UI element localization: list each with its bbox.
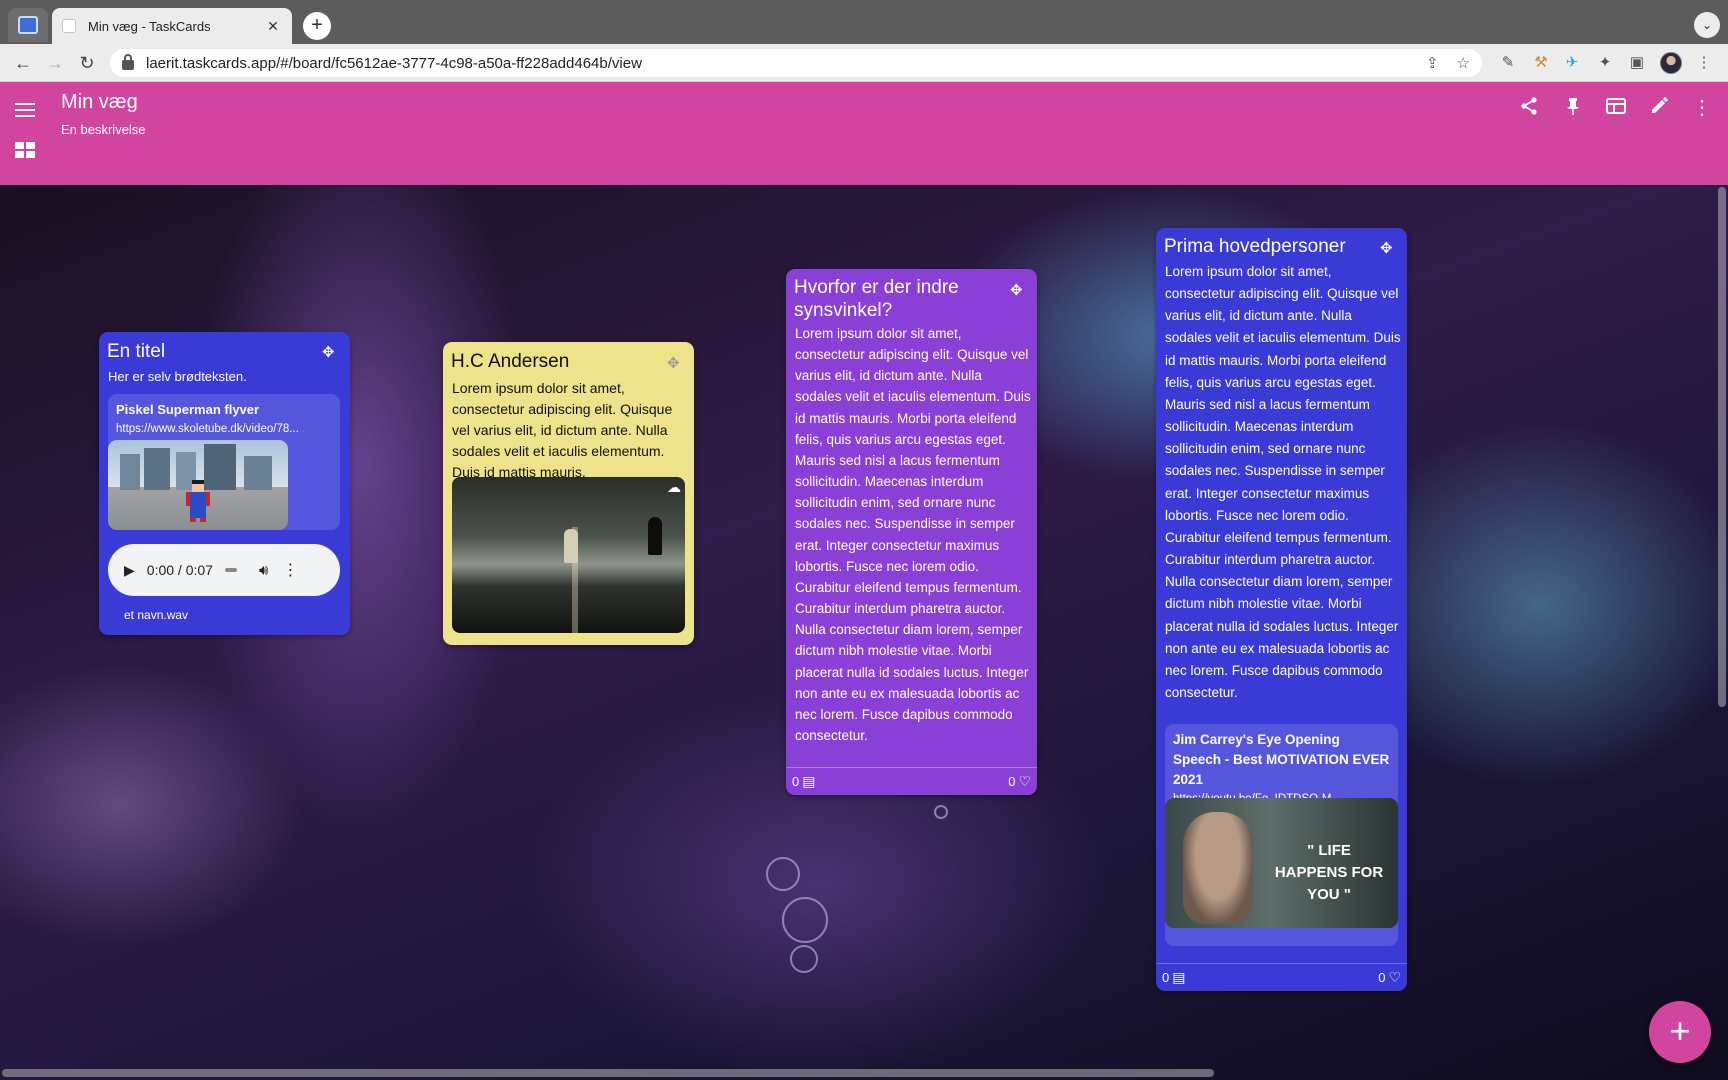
link-url: https://www.skoletube.dk/video/78... xyxy=(116,423,299,435)
thumbnail-caption: " LIFE HAPPENS FOR YOU " xyxy=(1274,842,1384,903)
volume-icon[interactable]: 🔊︎ xyxy=(259,562,268,579)
card-title: En titel xyxy=(107,341,166,362)
card-footer: 0 ▤ 0 ♡ xyxy=(1156,963,1407,991)
like-button[interactable]: 0 ♡ xyxy=(1378,969,1401,986)
side-panel-icon[interactable]: ▣ xyxy=(1627,53,1647,73)
move-handle-icon[interactable]: ✥ xyxy=(1010,281,1023,299)
link-attachment[interactable]: Piskel Superman flyver https://www.skole… xyxy=(108,394,340,530)
board-title: Min væg xyxy=(61,91,138,113)
chess-piece-white-icon xyxy=(564,529,578,563)
card-footer: 0 ▤ 0 ♡ xyxy=(786,767,1037,795)
url-text: laerit.taskcards.app/#/board/fc5612ae-37… xyxy=(146,54,642,72)
browser-menu-icon[interactable]: ⋮ xyxy=(1694,53,1714,73)
comments-button[interactable]: 0 ▤ xyxy=(792,773,815,790)
comment-icon: ▤ xyxy=(802,773,816,789)
bubble-decoration xyxy=(790,945,818,973)
like-count: 0 xyxy=(1008,774,1016,789)
card-en-titel[interactable]: En titel ✥ Her er selv brødteksten. Pisk… xyxy=(99,332,350,635)
link-title: Jim Carrey's Eye Opening Speech - Best M… xyxy=(1173,732,1390,787)
eyedropper-extension-icon[interactable]: ✎ xyxy=(1498,53,1518,73)
tab-title: Min væg - TaskCards xyxy=(88,18,211,34)
audio-progress-slider[interactable] xyxy=(224,568,237,572)
bubble-decoration xyxy=(766,857,800,891)
add-card-button[interactable]: + xyxy=(1649,1001,1711,1063)
back-button[interactable]: ← xyxy=(10,50,36,76)
tab-search-button[interactable]: ⌄ xyxy=(1694,12,1720,38)
edit-pencil-icon[interactable] xyxy=(1647,96,1671,120)
bird-extension-icon[interactable]: ✈ xyxy=(1562,53,1582,73)
board-layout-icon[interactable] xyxy=(15,142,35,158)
heart-icon: ♡ xyxy=(1388,969,1401,985)
link-attachment[interactable]: Jim Carrey's Eye Opening Speech - Best M… xyxy=(1165,724,1398,946)
video-thumbnail[interactable]: " LIFE HAPPENS FOR YOU " xyxy=(1165,798,1398,928)
horizontal-scrollbar[interactable] xyxy=(2,1069,1214,1077)
superman-sprite-icon xyxy=(186,480,210,522)
like-button[interactable]: 0 ♡ xyxy=(1008,773,1031,790)
new-tab-button[interactable]: + xyxy=(303,12,331,40)
like-count: 0 xyxy=(1378,970,1386,985)
comment-count: 0 xyxy=(1162,970,1170,985)
card-hvorfor-synsvinkel[interactable]: Hvorfor er der indre synsvinkel? ✥ Lorem… xyxy=(786,269,1037,795)
board-description: En beskrivelse xyxy=(61,122,146,137)
share-icon[interactable] xyxy=(1517,96,1541,120)
card-title: H.C Andersen xyxy=(451,351,570,372)
favicon-icon xyxy=(62,19,76,33)
audio-menu-icon[interactable]: ⋮ xyxy=(282,560,298,580)
video-thumbnail[interactable] xyxy=(108,440,288,530)
bubble-decoration xyxy=(934,805,948,819)
card-title: Hvorfor er der indre synsvinkel? xyxy=(794,277,959,321)
play-icon[interactable]: ▶ xyxy=(124,562,135,579)
address-bar[interactable]: laerit.taskcards.app/#/board/fc5612ae-37… xyxy=(110,49,1482,77)
audio-time: 0:00 / 0:07 xyxy=(146,562,213,578)
reload-button[interactable]: ↻ xyxy=(74,50,100,76)
board-view-icon[interactable] xyxy=(1604,96,1628,120)
board-canvas: En titel ✥ Her er selv brødteksten. Pisk… xyxy=(0,185,1728,1080)
card-prima-hovedpersoner[interactable]: Prima hovedpersoner ✥ Lorem ipsum dolor … xyxy=(1156,228,1407,991)
comment-icon: ▤ xyxy=(1172,969,1186,985)
more-options-icon[interactable]: ⋮ xyxy=(1690,96,1714,120)
comment-count: 0 xyxy=(792,774,800,789)
cloud-download-icon[interactable]: ☁ xyxy=(667,479,681,496)
move-handle-icon[interactable]: ✥ xyxy=(1380,239,1393,257)
hammer-extension-icon[interactable]: ⚒ xyxy=(1531,53,1551,73)
audio-player[interactable]: ▶ 0:00 / 0:07 🔊︎ ⋮ xyxy=(108,544,340,596)
speaker-face-icon xyxy=(1183,812,1253,924)
heart-icon: ♡ xyxy=(1018,773,1031,789)
bubble-decoration xyxy=(782,897,828,943)
card-body-text: Her er selv brødteksten. xyxy=(108,369,247,384)
comments-button[interactable]: 0 ▤ xyxy=(1162,969,1185,986)
board-header: Min væg En beskrivelse ⋮ xyxy=(0,82,1728,185)
chess-piece-black-icon xyxy=(648,517,662,555)
card-hc-andersen[interactable]: H.C Andersen ✥ Lorem ipsum dolor sit ame… xyxy=(443,342,694,645)
card-body-text: Lorem ipsum dolor sit amet, consectetur … xyxy=(795,326,1031,743)
browser-tab-active[interactable]: Min væg - TaskCards ✕ xyxy=(52,8,292,44)
extensions-puzzle-icon[interactable]: ✦ xyxy=(1595,53,1615,73)
close-tab-icon[interactable]: ✕ xyxy=(264,18,282,35)
card-title: Prima hovedpersoner xyxy=(1164,236,1346,257)
share-page-icon[interactable]: ⇪ xyxy=(1426,54,1439,72)
forward-button[interactable]: → xyxy=(42,50,68,76)
browser-tab-strip: Min væg - TaskCards ✕ + ⌄ xyxy=(0,0,1728,44)
lock-icon xyxy=(122,54,134,70)
app-favicon-icon xyxy=(18,16,38,34)
card-body-text: Lorem ipsum dolor sit amet, consectetur … xyxy=(1165,264,1401,700)
browser-toolbar: ← → ↻ laerit.taskcards.app/#/board/fc561… xyxy=(0,44,1728,82)
pinned-tab[interactable] xyxy=(8,8,48,42)
image-attachment[interactable]: ☁ xyxy=(452,477,685,633)
audio-filename: et navn.wav xyxy=(124,608,189,622)
bookmark-star-icon[interactable]: ☆ xyxy=(1457,54,1470,72)
vertical-scrollbar[interactable] xyxy=(1718,187,1726,707)
profile-avatar[interactable] xyxy=(1660,52,1682,74)
move-handle-icon[interactable]: ✥ xyxy=(322,343,335,361)
move-handle-icon[interactable]: ✥ xyxy=(667,354,680,372)
card-body-text: Lorem ipsum dolor sit amet, consectetur … xyxy=(452,380,673,480)
hamburger-menu-icon[interactable] xyxy=(15,99,35,121)
link-title: Piskel Superman flyver xyxy=(116,402,260,417)
pin-icon[interactable] xyxy=(1561,96,1585,120)
